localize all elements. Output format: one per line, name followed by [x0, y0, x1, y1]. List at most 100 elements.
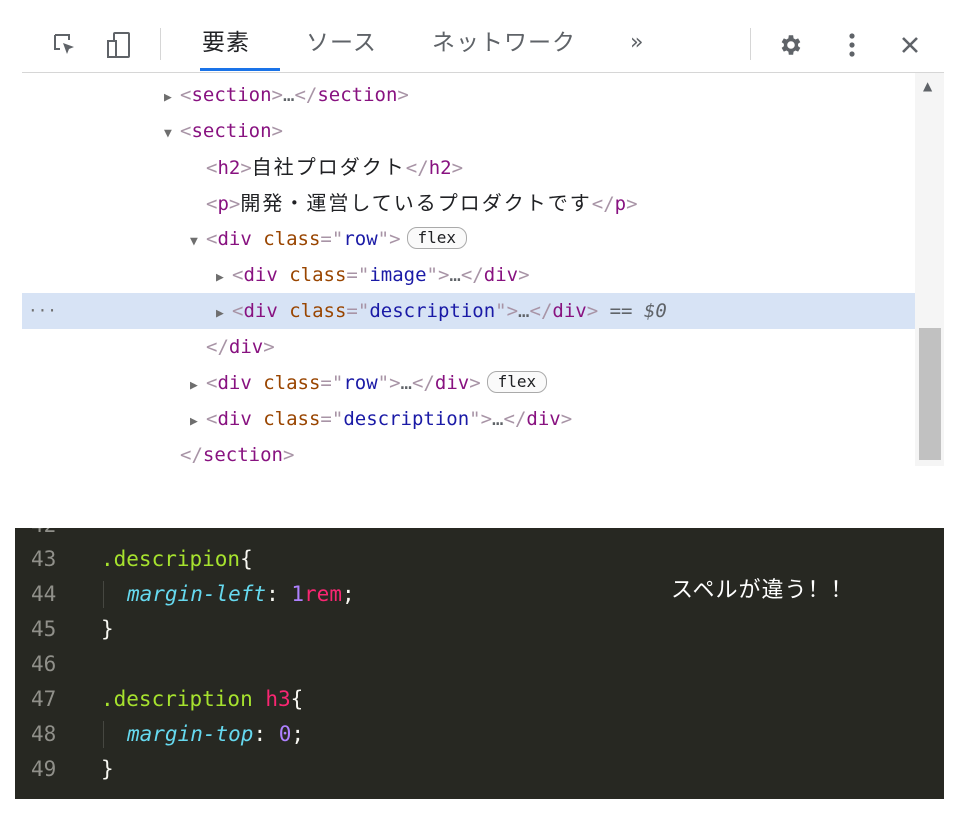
- markup-token: div: [217, 372, 264, 394]
- tab-network[interactable]: ネットワーク: [432, 27, 576, 59]
- expand-triangle-icon[interactable]: ▶: [190, 404, 202, 440]
- markup-token: section: [191, 120, 272, 142]
- code-token: margin-top: [127, 722, 254, 746]
- toolbar-divider: [750, 28, 751, 60]
- dom-node-row[interactable]: ▶ <section>…</section>: [22, 77, 915, 113]
- markup-token: <: [232, 300, 244, 322]
- more-options-icon[interactable]: [837, 30, 867, 60]
- collapse-triangle-icon[interactable]: ▼: [164, 116, 176, 152]
- markup-token: =": [346, 300, 370, 322]
- inspect-element-icon[interactable]: [50, 30, 80, 60]
- markup-token: >: [397, 84, 409, 106]
- markup-token: class: [263, 228, 321, 250]
- code-token: }: [101, 617, 114, 641]
- markup-token: </: [460, 264, 484, 286]
- indent-guide: [103, 721, 104, 748]
- markup-token: div: [552, 300, 587, 322]
- markup-token: >: [228, 193, 241, 215]
- markup-token: =": [346, 264, 370, 286]
- code-line: 43 .descripion{: [15, 542, 944, 577]
- close-icon[interactable]: [895, 30, 925, 60]
- code-token: rem: [304, 582, 342, 606]
- tab-elements[interactable]: 要素: [202, 27, 250, 59]
- code-text: }: [101, 612, 114, 647]
- code-token: ;: [341, 582, 355, 606]
- node-actions-dots[interactable]: ···: [28, 293, 57, 329]
- markup-token: >: [586, 300, 599, 322]
- dom-node-row[interactable]: ▼ <div class="row"> flex: [22, 221, 915, 257]
- dom-node-row-selected[interactable]: ··· ▶ <div class="description">…</div> == …: [22, 293, 915, 329]
- line-number: 42: [31, 528, 71, 543]
- markup-token: class: [289, 300, 347, 322]
- markup-token: row: [343, 228, 378, 250]
- code-text: }: [101, 752, 114, 787]
- flex-badge[interactable]: flex: [486, 371, 548, 393]
- node-markup: ▼ <div class="row"> flex: [190, 221, 468, 260]
- markup-token: …: [449, 264, 461, 286]
- markup-token: $0: [643, 300, 667, 322]
- dom-node-row[interactable]: ▶ <div class="image">…</div>: [22, 257, 915, 293]
- collapse-triangle-icon[interactable]: ▼: [190, 224, 202, 260]
- markup-token: >: [626, 193, 638, 215]
- expand-triangle-icon[interactable]: ▶: [216, 296, 228, 332]
- scrollbar-thumb[interactable]: [919, 328, 941, 460]
- device-toolbar-icon[interactable]: [104, 30, 134, 60]
- code-line: 47 .description h3{: [15, 682, 944, 717]
- expand-triangle-icon[interactable]: ▶: [190, 368, 202, 404]
- markup-token: =": [320, 228, 344, 250]
- markup-token: p: [614, 193, 627, 215]
- code-line: 46: [15, 647, 944, 682]
- dom-node-row[interactable]: ▶ <div class="description">…</div>: [22, 401, 915, 437]
- more-tabs-button[interactable]: »: [630, 30, 643, 55]
- markup-token: div: [243, 264, 290, 286]
- markup-token: …: [282, 84, 295, 106]
- node-markup: <h2>自社プロダクト</h2>: [190, 149, 463, 186]
- markup-token: h2: [217, 157, 241, 179]
- expand-triangle-icon[interactable]: ▶: [164, 80, 176, 116]
- gear-icon[interactable]: [775, 30, 805, 60]
- expand-triangle-icon[interactable]: ▶: [216, 260, 228, 296]
- code-token: :: [266, 582, 292, 606]
- markup-token: </: [591, 193, 615, 215]
- dom-node-row[interactable]: <h2>自社プロダクト</h2>: [22, 149, 915, 185]
- code-token: h3: [265, 687, 291, 711]
- flex-badge[interactable]: flex: [406, 227, 468, 249]
- dom-node-row[interactable]: <p>開発・運営しているプロダクトです</p>: [22, 185, 915, 221]
- markup-token: …: [492, 408, 504, 430]
- code-line: 45}: [15, 612, 944, 647]
- node-markup: ▶ <div class="row">…</div> flex: [190, 365, 548, 404]
- scrollbar[interactable]: ▲: [915, 73, 944, 466]
- markup-token: div: [217, 228, 264, 250]
- markup-token: </: [206, 336, 229, 358]
- code-text: .descripion{: [101, 542, 253, 577]
- dom-node-row[interactable]: </section>: [22, 437, 915, 466]
- markup-token: <: [232, 264, 244, 286]
- code-token: :: [253, 722, 279, 746]
- active-tab-indicator: [200, 68, 280, 71]
- node-markup: ▶ <div class="image">…</div>: [216, 257, 530, 296]
- devtools-toolbar: 要素 ソース ネットワーク »: [22, 18, 944, 73]
- line-number: 48: [31, 722, 57, 746]
- line-number: 45: [31, 617, 57, 641]
- node-markup: ▶ <div class="description">…</div>: [190, 401, 572, 440]
- markup-token: row: [343, 372, 378, 394]
- node-markup: ▼ <section>: [164, 113, 283, 152]
- markup-token: <: [206, 157, 218, 179]
- dom-node-row[interactable]: ▼ <section>: [22, 113, 915, 149]
- markup-token: div: [228, 336, 264, 358]
- elements-tree: ▶ <section>…</section> ▼ <section> <h2>自社プロダ…: [22, 73, 915, 466]
- code-line: 42: [15, 528, 944, 543]
- code-token: .descripion: [101, 547, 241, 571]
- dom-node-row[interactable]: ▶ <div class="row">…</div> flex: [22, 365, 915, 401]
- tab-sources[interactable]: ソース: [306, 27, 377, 59]
- markup-token: >: [271, 84, 283, 106]
- markup-token: =": [320, 408, 344, 430]
- markup-token: </: [503, 408, 527, 430]
- scroll-up-arrow-icon[interactable]: ▲: [923, 79, 932, 93]
- markup-token: …: [518, 300, 530, 322]
- code-line: 48 margin-top: 0;: [15, 717, 944, 752]
- code-text: .description h3{: [101, 682, 303, 717]
- node-markup: </section>: [164, 437, 294, 466]
- dom-node-row[interactable]: </div>: [22, 329, 915, 365]
- node-markup: </div>: [190, 329, 275, 365]
